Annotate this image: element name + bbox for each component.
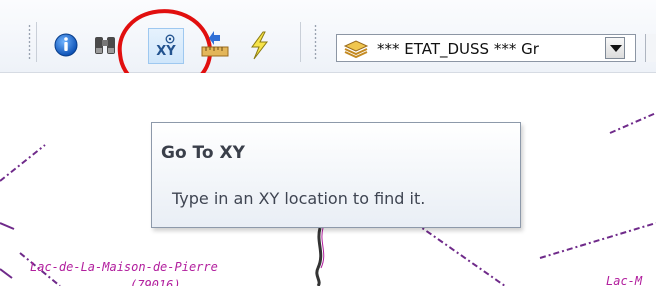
tooltip: Go To XY Type in an XY location to find … <box>151 122 521 228</box>
toolbar-separator <box>300 22 301 62</box>
flash-button[interactable] <box>242 28 276 62</box>
layer-dropdown-value: *** ETAT_DUSS *** Gr <box>377 40 539 58</box>
tooltip-title: Go To XY <box>161 143 245 163</box>
dropdown-arrow-button[interactable] <box>605 37 625 59</box>
toolbar: XY *** ETAT_DUSS *** Gr <box>0 0 656 98</box>
toolbar-separator <box>36 22 37 62</box>
layers-icon <box>343 40 369 59</box>
layer-dropdown[interactable]: *** ETAT_DUSS *** Gr <box>336 34 636 62</box>
map-label: Lac-M <box>606 274 643 286</box>
info-icon <box>54 33 78 57</box>
flash-icon <box>251 31 269 60</box>
app-window: XY *** ETAT_DUSS *** Gr Lac-de-La-Maison… <box>0 0 656 286</box>
map-label: Lac-de-La-Maison-de-Pierre <box>30 260 218 274</box>
identify-button[interactable] <box>50 28 84 62</box>
toolbar-grip[interactable] <box>314 24 317 60</box>
measure-icon <box>201 31 229 57</box>
toolbar-grip[interactable] <box>28 24 31 60</box>
measure-button[interactable] <box>198 28 232 62</box>
next-toolbar-control[interactable] <box>645 34 656 62</box>
tooltip-description: Type in an XY location to find it. <box>172 189 426 208</box>
chevron-down-icon <box>610 45 622 52</box>
map-label: (79016) <box>130 278 181 286</box>
